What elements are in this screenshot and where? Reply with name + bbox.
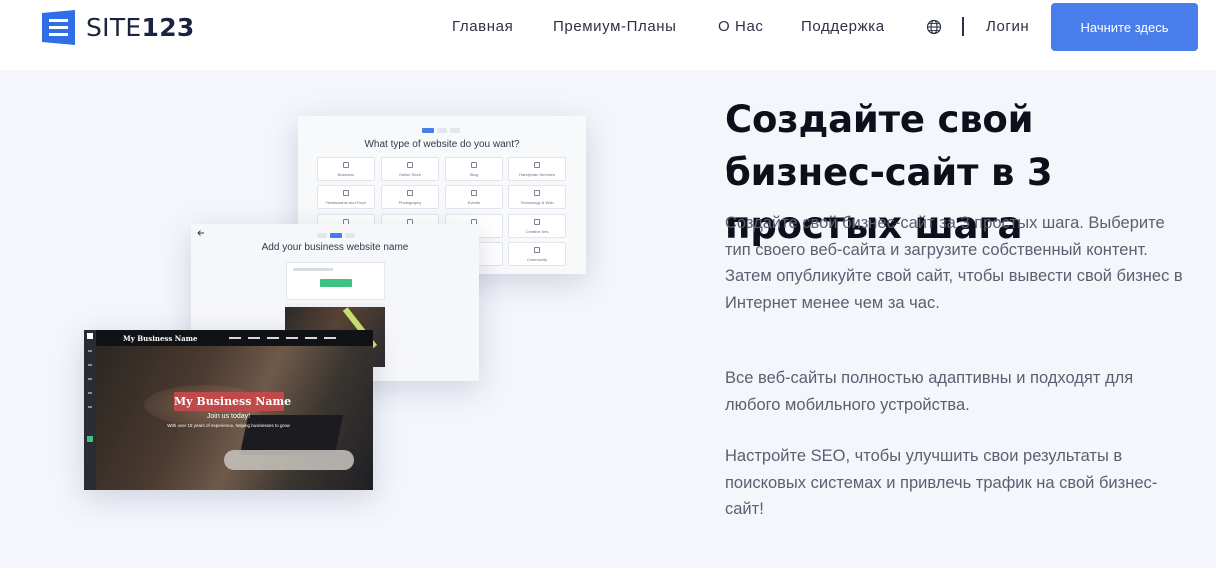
type-card: Events	[445, 185, 503, 209]
nav-item-support[interactable]: Поддержка	[801, 18, 885, 35]
preview-business-name: My Business Name	[174, 392, 291, 411]
type-card: Online Store	[381, 157, 439, 181]
preview-experience-text: With over 15 years of experience, helpin…	[167, 423, 290, 428]
site123-logo-icon	[42, 10, 75, 45]
type-card: Photography	[381, 185, 439, 209]
hero-paragraph-1: Создайте свой бизнес-сайт за 3 простых ш…	[725, 214, 1183, 312]
preview-brand: My Business Name	[123, 334, 198, 343]
hero-paragraph-3: Настройте SEO, чтобы улучшить свои резул…	[725, 447, 1158, 518]
step-pill-active	[422, 128, 434, 133]
step-pill	[450, 128, 460, 133]
palette-icon	[534, 219, 540, 225]
briefcase-icon	[343, 162, 349, 168]
tool-icon	[534, 162, 540, 168]
rss-icon	[471, 162, 477, 168]
step-pill	[437, 128, 447, 133]
type-card: Creative Arts	[508, 214, 566, 238]
type-card: Community	[508, 242, 566, 266]
step-pill	[345, 233, 355, 238]
login-link[interactable]: Логин	[986, 18, 1029, 35]
type-card: Business	[317, 157, 375, 181]
nav-item-home[interactable]: Главная	[452, 18, 513, 35]
mockup-website-preview: My Business Name My Business Name Join u…	[84, 330, 373, 490]
preview-nav-links	[229, 337, 339, 339]
logo[interactable]: SITE123	[40, 10, 195, 45]
nav-item-premium-plans[interactable]: Премиум-Планы	[553, 18, 677, 35]
people-icon	[534, 247, 540, 253]
camera-icon	[407, 190, 413, 196]
type-card: Technology & Web	[508, 185, 566, 209]
nav-item-about[interactable]: О Нас	[718, 18, 764, 35]
cart-icon	[407, 162, 413, 168]
monitor-icon	[534, 190, 540, 196]
step-pill	[317, 233, 327, 238]
back-arrow-icon	[197, 230, 204, 236]
laptop-shape	[239, 415, 344, 455]
preview-join-text: Join us today!	[206, 413, 251, 420]
type-card: Handyman Services	[508, 157, 566, 181]
food-icon	[343, 190, 349, 196]
globe-icon[interactable]	[926, 19, 942, 35]
step-pill-active	[330, 233, 342, 238]
hero-paragraph-2: Все веб-сайты полностью адаптивны и подх…	[725, 369, 1134, 414]
calendar-icon	[471, 190, 477, 196]
logo-text: SITE123	[86, 13, 195, 42]
type-card: Restaurants and Food	[317, 185, 375, 209]
mockup-title: Add your business website name	[261, 242, 409, 253]
name-form	[286, 262, 385, 300]
mockup-title: What type of website do you want?	[364, 139, 520, 150]
continue-mini-button	[320, 279, 352, 287]
type-card: Blog	[445, 157, 503, 181]
nav-divider	[962, 17, 964, 36]
site-header: SITE123 Главная Премиум-Планы О Нас Подд…	[0, 0, 1216, 70]
editor-sidebar	[84, 330, 96, 490]
name-input-placeholder	[293, 268, 333, 271]
start-here-button[interactable]: Начните здесь	[1051, 3, 1198, 51]
